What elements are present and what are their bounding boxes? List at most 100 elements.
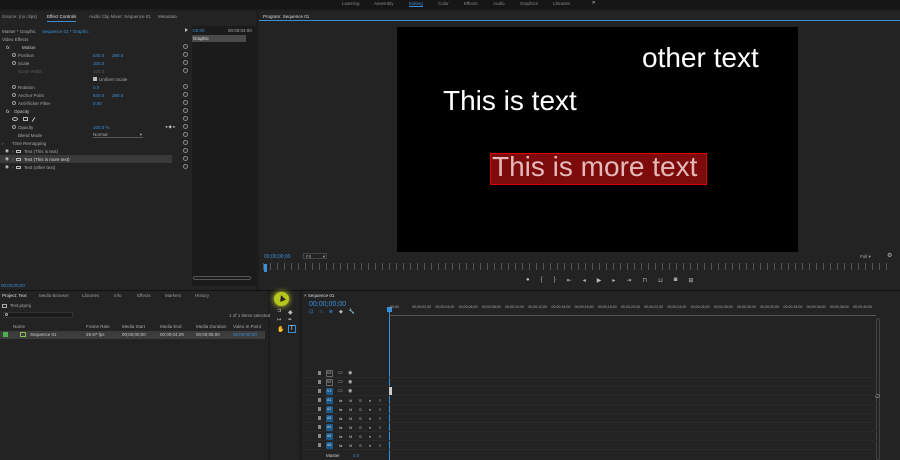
lock-icon[interactable] (318, 443, 321, 447)
workspace-tab-effects[interactable]: Effects (464, 1, 478, 6)
camera-icon[interactable]: ◙ (674, 277, 678, 283)
reset-icon[interactable] (183, 164, 188, 169)
reset-icon[interactable] (183, 132, 188, 137)
tab-project[interactable]: Project: Text (2, 290, 27, 301)
mute-icon[interactable]: M (349, 434, 352, 439)
linked-icon[interactable]: ⊗ (329, 309, 333, 315)
reset-icon[interactable] (183, 60, 188, 65)
eye-icon[interactable]: ◉ (348, 379, 352, 385)
track-select-icon[interactable]: ⇉ (277, 308, 281, 314)
ripple-edit-icon[interactable]: ◆ (288, 309, 293, 316)
stopwatch-icon[interactable] (12, 61, 16, 65)
reset-icon[interactable] (183, 156, 188, 161)
column-header[interactable]: Media Start (122, 324, 145, 329)
sync-icon[interactable]: ⇆ (339, 416, 342, 421)
panel-arrow-icon[interactable] (185, 28, 188, 32)
eye-icon[interactable]: ◉ (5, 148, 9, 154)
ec-footer-timecode[interactable]: 00;00;00;00 (1, 283, 25, 288)
film-icon[interactable]: ▭ (338, 370, 343, 376)
track-row[interactable] (302, 423, 878, 432)
column-header[interactable]: Video In Point (233, 324, 261, 329)
tab-effect-controls[interactable]: Effect Controls (47, 11, 77, 22)
hand-icon[interactable]: ✋ (277, 326, 284, 333)
layer-more-text[interactable]: Text (This is more text) (24, 157, 70, 162)
workspace-more-icon[interactable]: » (592, 0, 595, 6)
solo-icon[interactable]: S (359, 425, 362, 430)
fx-badge-icon[interactable]: fx (6, 109, 10, 114)
tab-markers[interactable]: Markers (165, 290, 181, 301)
fx-badge-icon[interactable]: fx (6, 45, 10, 50)
track-row[interactable] (302, 396, 878, 405)
wrench-icon[interactable]: ⚙ (887, 252, 892, 259)
step-back-icon[interactable]: ◂ (583, 277, 586, 284)
expand-icon[interactable]: ≡ (379, 425, 381, 430)
reset-icon[interactable] (183, 108, 188, 113)
mic-icon[interactable]: ♦ (369, 434, 371, 439)
mark-out-icon[interactable]: } (554, 277, 556, 283)
uniform-scale-checkbox[interactable] (93, 77, 97, 81)
position-y[interactable]: 360.0 (112, 53, 123, 58)
tab-info[interactable]: Info (114, 290, 122, 301)
mute-icon[interactable]: M (349, 443, 352, 448)
type-tool-icon[interactable]: T (288, 325, 296, 333)
track-row[interactable] (302, 387, 878, 396)
tab-source[interactable]: Source: (no clips) (2, 11, 37, 22)
tab-history[interactable]: History (195, 290, 209, 301)
reset-icon[interactable] (183, 100, 188, 105)
film-icon[interactable]: ▭ (338, 388, 343, 394)
lock-icon[interactable] (318, 425, 321, 429)
solo-icon[interactable]: S (359, 398, 362, 403)
keyframe-nav-icon[interactable]: ◂ ◆ ▸ (165, 124, 175, 130)
canvas-text-other[interactable]: other text (642, 42, 759, 74)
mark-in-icon[interactable]: { (541, 277, 543, 283)
mic-icon[interactable]: ♦ (369, 416, 371, 421)
nest-icon[interactable]: ⊡ (309, 309, 313, 315)
expand-icon[interactable]: ≡ (379, 416, 381, 421)
reset-icon[interactable] (183, 84, 188, 89)
ec-scroll[interactable] (193, 276, 251, 280)
reset-icon[interactable] (183, 52, 188, 57)
go-to-in-icon[interactable]: ⇤ (567, 277, 572, 284)
reset-icon[interactable] (183, 68, 188, 73)
opacity-value[interactable]: 100.0 % (93, 125, 110, 130)
timeline-work-bar[interactable] (389, 313, 876, 316)
eye-icon[interactable]: ◉ (348, 388, 352, 394)
scale-value[interactable]: 100.0 (93, 61, 104, 66)
column-header[interactable]: Media Duration (196, 324, 227, 329)
button-editor-icon[interactable]: ⊞ (688, 277, 693, 284)
workspace-tab-learning[interactable]: Learning (342, 1, 360, 6)
ellipse-mask-icon[interactable] (12, 117, 18, 121)
eye-icon[interactable]: ◉ (5, 156, 9, 162)
sync-icon[interactable]: ⇆ (339, 425, 342, 430)
reset-icon[interactable] (183, 44, 188, 49)
sync-icon[interactable]: ⇆ (339, 434, 342, 439)
workspace-tab-audio[interactable]: Audio (493, 1, 505, 6)
reset-icon[interactable] (183, 124, 188, 129)
track-row[interactable] (302, 414, 878, 423)
anti-flicker-value[interactable]: 0.00 (93, 101, 102, 106)
step-forward-icon[interactable]: ▸ (612, 277, 615, 284)
column-header[interactable]: Name (13, 324, 25, 329)
film-icon[interactable]: ▭ (338, 379, 343, 385)
layer-other-text[interactable]: Text (other text) (24, 165, 55, 170)
workspace-tab-libraries[interactable]: Libraries (553, 1, 570, 6)
layer-text[interactable]: Text (This is text) (24, 149, 58, 154)
snap-icon[interactable]: ∩ (319, 309, 323, 315)
lock-icon[interactable] (318, 380, 321, 384)
column-header[interactable]: Media End (160, 324, 182, 329)
mic-icon[interactable]: ♦ (369, 443, 371, 448)
track-row[interactable] (302, 378, 878, 387)
mute-icon[interactable]: M (349, 398, 352, 403)
stopwatch-icon[interactable] (12, 53, 16, 57)
mic-icon[interactable]: ♦ (369, 398, 371, 403)
lock-icon[interactable] (318, 371, 321, 375)
pen-icon[interactable]: ✒ (288, 317, 292, 323)
sync-icon[interactable]: ⇆ (339, 443, 342, 448)
clip-label[interactable]: Sequence 01 * Graphic (42, 29, 89, 34)
lock-icon[interactable] (318, 389, 321, 393)
sync-icon[interactable]: ⇆ (339, 398, 342, 403)
expand-icon[interactable]: ≡ (379, 407, 381, 412)
sync-icon[interactable]: ⇆ (339, 407, 342, 412)
workspace-tab-editing[interactable]: Editing (409, 1, 423, 7)
program-ruler[interactable] (263, 263, 893, 270)
